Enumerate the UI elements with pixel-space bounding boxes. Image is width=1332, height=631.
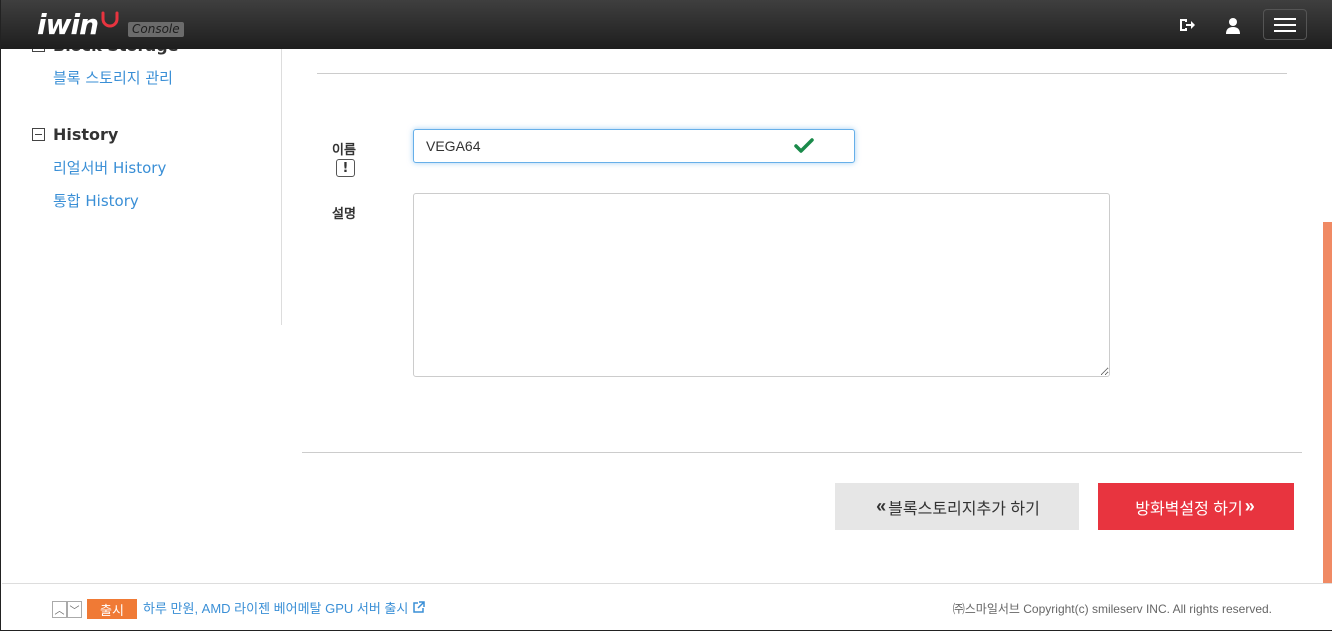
chevron-down-icon[interactable]: ﹀ [67,601,82,618]
description-textarea[interactable] [413,193,1110,377]
sidebar-group-history[interactable]: History [32,125,118,144]
user-icon[interactable] [1222,14,1244,36]
logo-text: iwin [37,7,99,41]
news-link[interactable]: 하루 만원, AMD 라이젠 베어메탈 GPU 서버 출시 [143,598,426,617]
app-frame: iwin Console Block Storage [0,0,1332,631]
collapse-icon [32,128,45,141]
next-step-button[interactable]: 방화벽설정 하기 » [1098,483,1294,530]
collapse-icon [32,49,45,52]
sidebar: Block Storage 블록 스토리지 관리 History 리얼서버 Hi… [2,49,282,325]
sidebar-item-realserver-history[interactable]: 리얼서버 History [53,157,166,178]
name-label: 이름 [332,143,356,158]
smile-icon [101,11,119,28]
sidebar-group-storage[interactable]: Block Storage [32,49,179,55]
console-badge: Console [128,21,184,37]
copyright-text: ㈜스마일서브 Copyright(c) smileserv INC. All r… [952,602,1272,616]
logout-icon[interactable] [1176,14,1198,36]
sidebar-item-block-storage[interactable]: 블록 스토리지 관리 [53,67,173,88]
release-badge: 출시 [87,599,137,619]
sidebar-item-integrated-history[interactable]: 통합 History [53,190,139,211]
description-label: 설명 [332,207,356,222]
sidebar-group-label: History [53,125,119,144]
external-link-icon [413,601,426,613]
top-header: iwin Console [1,0,1332,49]
check-icon [794,138,814,153]
prev-step-button[interactable]: « 블록스토리지추가 하기 [835,483,1079,530]
footer: ︿ ﹀ 출시 하루 만원, AMD 라이젠 베어메탈 GPU 서버 출시 ㈜스마… [2,583,1332,630]
chevron-up-icon[interactable]: ︿ [52,601,67,618]
double-chevron-left-icon: « [876,496,887,516]
form-bottom-divider [302,452,1302,453]
logo[interactable]: iwin Console [37,6,184,42]
double-chevron-right-icon: » [1244,496,1255,516]
menu-icon[interactable] [1263,9,1307,40]
prev-step-label: 블록스토리지추가 하기 [888,500,1040,518]
name-input[interactable] [413,129,855,163]
required-icon: ! [336,159,355,177]
scrollbar-thumb[interactable] [1323,222,1332,583]
section-title-divider [317,73,1287,74]
news-link-text: 하루 만원, AMD 라이젠 베어메탈 GPU 서버 출시 [143,601,409,616]
next-step-label: 방화벽설정 하기 [1135,500,1243,518]
